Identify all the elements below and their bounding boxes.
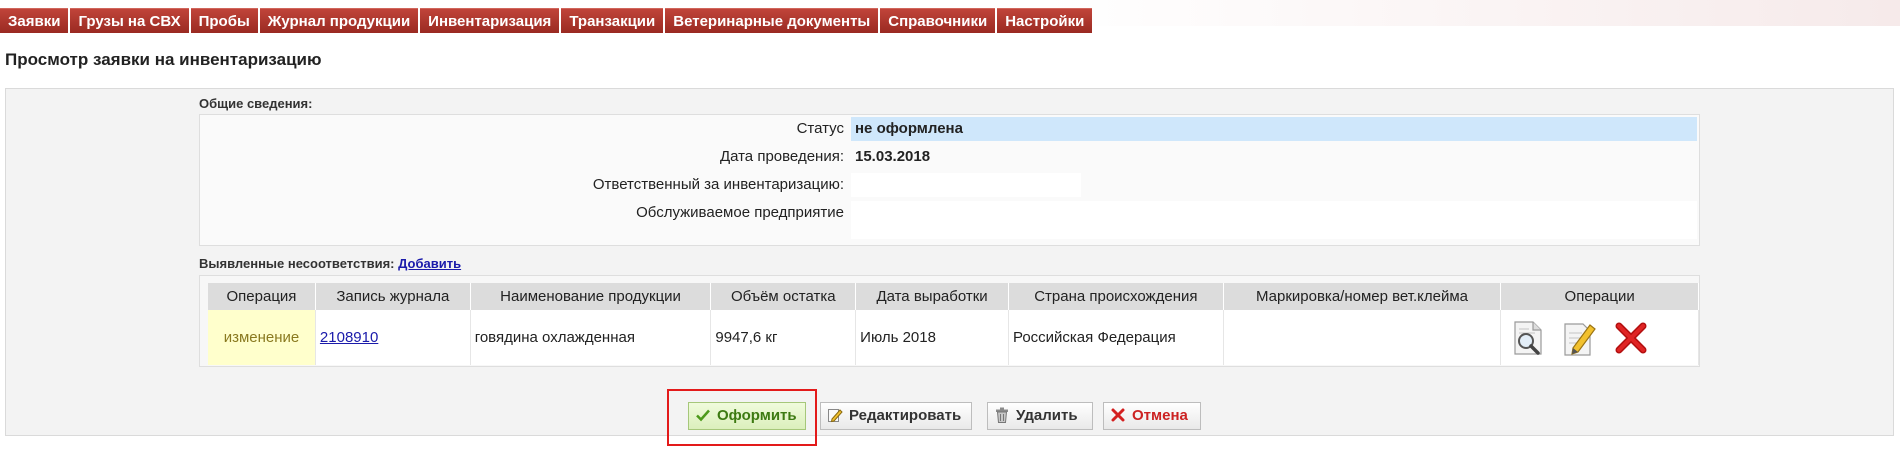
edit-icon[interactable]: [1562, 319, 1597, 357]
enterprise-row: Обслуживаемое предприятие: [200, 201, 1699, 239]
delete-icon[interactable]: [1614, 319, 1648, 357]
pencil-icon: [827, 406, 843, 423]
submit-button[interactable]: Оформить: [688, 402, 806, 430]
date-value: 15.03.2018: [855, 148, 931, 165]
tab-inventory[interactable]: Инвентаризация: [420, 8, 560, 33]
cell-actions: [1500, 310, 1699, 365]
status-value: не оформлена: [851, 117, 1697, 141]
date-label: Дата проведения:: [719, 148, 844, 165]
col-volume: Объём остатка: [710, 283, 857, 310]
view-icon[interactable]: [1511, 319, 1545, 357]
submit-button-label: Оформить: [717, 407, 797, 424]
enterprise-label: Обслуживаемое предприятие: [636, 204, 844, 221]
general-info-box: Статус не оформлена Дата проведения: 15.…: [199, 114, 1700, 246]
cell-marking: [1223, 310, 1502, 365]
edit-button-label: Редактировать: [849, 407, 962, 424]
cancel-button-label: Отмена: [1132, 407, 1188, 424]
close-icon: [1110, 406, 1126, 422]
tab-production-journal[interactable]: Журнал продукции: [259, 8, 419, 33]
col-product-name: Наименование продукции: [470, 283, 712, 310]
trash-icon: [994, 406, 1010, 423]
journal-record-link[interactable]: 2108910: [320, 329, 378, 346]
discrepancies-label: Выявленные несоответствия:: [199, 256, 395, 271]
tab-requests[interactable]: Заявки: [0, 8, 69, 33]
cell-production-date: Июль 2018: [855, 310, 1009, 365]
checkmark-icon: [695, 406, 711, 422]
responsible-label: Ответственный за инвентаризацию:: [592, 176, 844, 193]
tab-vet-documents[interactable]: Ветеринарные документы: [665, 8, 879, 33]
discrepancies-table-box: Операция Запись журнала Наименование про…: [199, 275, 1700, 367]
tab-svh-cargo[interactable]: Грузы на СВХ: [70, 8, 189, 33]
cancel-button[interactable]: Отмена: [1103, 402, 1201, 430]
general-info-heading: Общие сведения:: [199, 96, 313, 111]
page-title: Просмотр заявки на инвентаризацию: [5, 50, 322, 69]
responsible-value: [851, 173, 1081, 197]
tab-settings[interactable]: Настройки: [997, 8, 1093, 33]
table-row: изменение 2108910 говядина охлажденная 9…: [208, 310, 1699, 365]
discrepancies-heading: Выявленные несоответствия: Добавить: [199, 256, 461, 271]
add-discrepancy-link[interactable]: Добавить: [398, 256, 461, 271]
cell-product-name: говядина охлажденная: [470, 310, 712, 365]
col-operation: Операция: [208, 283, 316, 310]
tab-samples[interactable]: Пробы: [190, 8, 258, 33]
main-nav: Заявки Грузы на СВХ Пробы Журнал продукц…: [0, 8, 1094, 33]
status-row: Статус не оформлена: [200, 117, 1699, 141]
col-country: Страна происхождения: [1008, 283, 1224, 310]
tab-reference-books[interactable]: Справочники: [880, 8, 996, 33]
tab-transactions[interactable]: Транзакции: [561, 8, 664, 33]
cell-country: Российская Федерация: [1008, 310, 1224, 365]
col-marking: Маркировка/номер вет.клейма: [1223, 283, 1502, 310]
cell-journal-record: 2108910: [315, 310, 471, 365]
status-label: Статус: [796, 120, 844, 137]
delete-button[interactable]: Удалить: [987, 402, 1093, 430]
table-header-row: Операция Запись журнала Наименование про…: [208, 283, 1699, 310]
col-actions: Операции: [1500, 283, 1699, 310]
cell-volume: 9947,6 кг: [710, 310, 857, 365]
date-row: Дата проведения: 15.03.2018: [200, 145, 1699, 169]
discrepancies-table: Операция Запись журнала Наименование про…: [208, 283, 1699, 365]
cell-operation: изменение: [208, 310, 316, 365]
enterprise-value: [851, 201, 1697, 239]
edit-button[interactable]: Редактировать: [820, 402, 972, 430]
col-journal-record: Запись журнала: [315, 283, 471, 310]
col-production-date: Дата выработки: [855, 283, 1009, 310]
delete-button-label: Удалить: [1016, 407, 1078, 424]
responsible-row: Ответственный за инвентаризацию:: [200, 173, 1699, 197]
